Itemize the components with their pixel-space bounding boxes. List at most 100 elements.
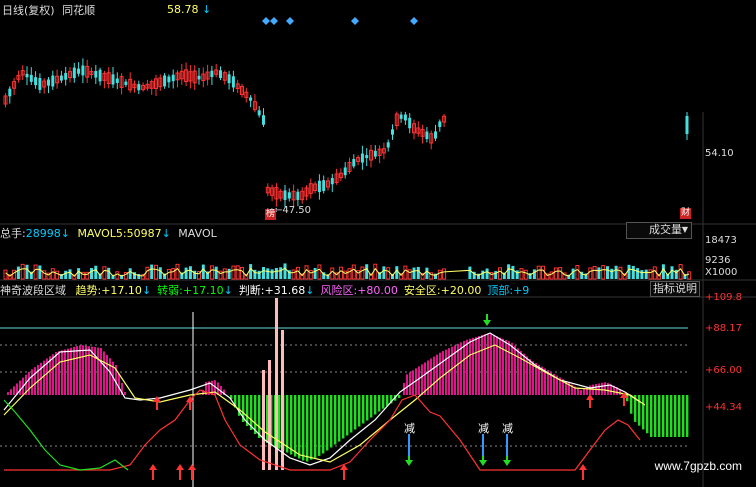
- candle: [300, 187, 305, 204]
- volume-bar: [171, 268, 176, 280]
- candle: [249, 95, 253, 108]
- indicator-item-label: 风险区:: [320, 284, 358, 297]
- risk-bar: [85, 345, 87, 395]
- indicator-help-button[interactable]: 指标说明: [650, 281, 700, 297]
- safe-bar: [302, 395, 305, 461]
- candle: [399, 111, 403, 123]
- buy-arrow-icon: [579, 464, 587, 480]
- volume-bar: [614, 265, 618, 279]
- risk-bar: [10, 389, 12, 395]
- candle: [8, 86, 12, 104]
- safe-bar: [294, 395, 297, 457]
- safe-bar: [370, 395, 373, 418]
- volume-bar: [519, 268, 524, 280]
- volume-bar: [55, 270, 60, 280]
- volume-bar: [347, 268, 352, 280]
- risk-bar: [601, 382, 603, 395]
- candle: [252, 94, 257, 113]
- volume-bar: [33, 264, 38, 280]
- risk-bar: [502, 338, 504, 395]
- safe-bar: [318, 395, 321, 456]
- volume-bar: [262, 267, 265, 279]
- risk-bar: [583, 388, 585, 395]
- volume-bar: [360, 266, 365, 280]
- candle: [334, 168, 339, 185]
- volume-bar: [77, 268, 81, 279]
- risk-bar: [436, 354, 438, 395]
- risk-bar: [460, 342, 462, 395]
- safe-bar: [650, 395, 653, 437]
- candle: [391, 124, 394, 140]
- candle: [29, 67, 33, 86]
- volume-bar: [507, 264, 511, 279]
- volume-bar: [201, 264, 205, 279]
- risk-bar: [433, 356, 435, 395]
- candle: [175, 70, 180, 88]
- down-arrow-icon: ↓: [141, 284, 152, 297]
- candle: [304, 185, 309, 201]
- risk-bar: [64, 349, 66, 395]
- indicator-select[interactable]: 成交量 ▼: [626, 222, 692, 239]
- volume-bar: [601, 265, 606, 280]
- candle: [119, 73, 124, 95]
- volume-bar: [20, 263, 25, 280]
- volume-bar: [209, 265, 214, 280]
- watermark: www.7gpzb.com: [654, 459, 742, 473]
- safe-bar: [398, 395, 401, 398]
- indicator-axis-label: +66.00: [705, 365, 743, 376]
- indicator-axis-label: +88.17: [705, 323, 743, 334]
- risk-bar: [463, 340, 465, 395]
- buy-arrow-icon: [340, 464, 348, 480]
- risk-bar: [70, 347, 72, 395]
- safe-bar: [342, 395, 345, 439]
- candle: [326, 177, 330, 191]
- volume-bar: [240, 266, 244, 280]
- candle: [214, 63, 219, 78]
- candle: [42, 78, 47, 94]
- risk-bar: [73, 346, 75, 395]
- finance-tag[interactable]: 财: [680, 208, 692, 219]
- total-label: 总手:: [0, 227, 26, 240]
- volume-bar: [68, 269, 72, 279]
- safe-bar: [678, 395, 681, 437]
- indicator-name[interactable]: 神奇波段区域: [0, 284, 66, 297]
- safe-bar: [258, 395, 261, 438]
- volume-bar: [425, 267, 429, 279]
- volume-axis-top: 18473: [705, 235, 737, 246]
- risk-bar: [13, 386, 15, 395]
- risk-bar: [7, 392, 9, 395]
- candle: [373, 145, 377, 160]
- safe-bar: [322, 395, 325, 454]
- volume-bar: [442, 268, 447, 280]
- risk-bar: [88, 346, 90, 395]
- mavol5-value: 50987: [126, 227, 162, 240]
- candle: [128, 72, 133, 93]
- down-arrow-icon: ↓: [60, 227, 70, 240]
- event-markers: [262, 17, 418, 25]
- risk-bar: [580, 390, 582, 395]
- indicator-select-value: 成交量: [649, 223, 682, 236]
- volume-bar: [395, 266, 399, 279]
- candle: [291, 184, 296, 207]
- volume-bar: [606, 266, 609, 279]
- volume-bar: [25, 264, 29, 279]
- candle: [416, 121, 421, 137]
- volume-bar: [541, 265, 545, 280]
- candle: [77, 62, 81, 77]
- risk-bar: [508, 341, 510, 395]
- risk-bar: [67, 348, 69, 395]
- candle: [184, 62, 189, 87]
- candle: [171, 69, 175, 89]
- down-arrow-icon: ↓: [223, 284, 233, 297]
- volume-bar: [158, 267, 162, 279]
- volume-bar: [266, 268, 270, 279]
- volume-bar: [618, 266, 623, 280]
- buy-arrow-icon: [188, 464, 196, 480]
- safe-bar: [354, 395, 357, 430]
- mark-tag[interactable]: 榜: [265, 209, 277, 220]
- candle: [330, 173, 334, 193]
- risk-bar: [511, 342, 513, 395]
- candle: [64, 66, 68, 86]
- risk-bar: [577, 388, 579, 395]
- safe-bar: [334, 395, 337, 445]
